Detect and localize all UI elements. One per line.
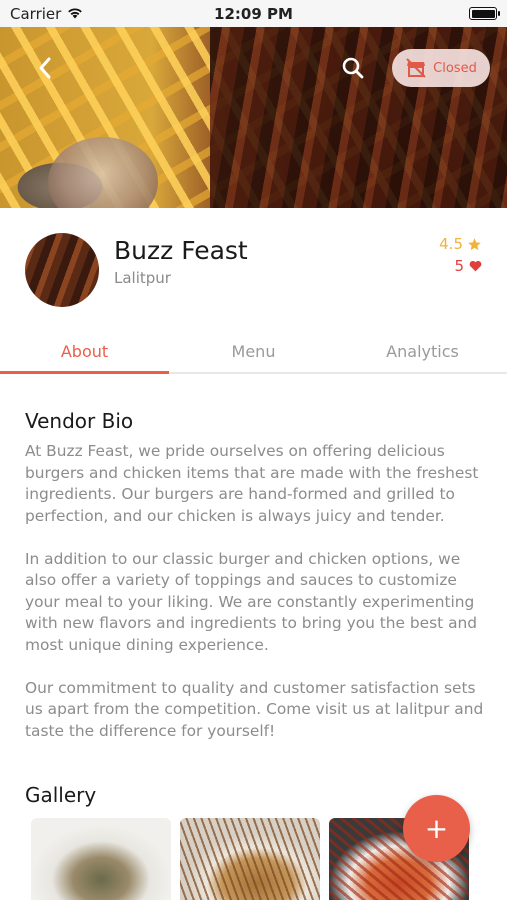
vendor-rating: 4.5 [439,235,482,253]
search-icon [342,57,364,79]
vendor-bio-title: Vendor Bio [25,409,134,433]
rating-value: 4.5 [439,235,463,253]
tab-bar: About Menu Analytics [0,332,507,374]
status-badge-label: Closed [433,60,477,76]
back-button[interactable] [30,53,60,83]
status-left: Carrier [10,5,83,23]
vendor-likes: 5 [454,257,482,275]
status-bar: Carrier 12:09 PM [0,0,507,27]
likes-value: 5 [454,257,464,275]
status-badge: Closed [392,49,490,87]
add-button[interactable]: + [403,795,470,862]
vendor-bio: At Buzz Feast, we pride ourselves on off… [25,441,485,764]
hero-banner: Closed [0,27,507,208]
carrier-label: Carrier [10,4,62,23]
search-button[interactable] [338,53,368,83]
bio-paragraph: At Buzz Feast, we pride ourselves on off… [25,442,479,525]
plus-icon: + [424,812,449,845]
tab-about[interactable]: About [0,332,169,374]
vendor-name: Buzz Feast [114,236,248,265]
chevron-left-icon [39,57,51,79]
star-icon [468,237,481,250]
gallery-image[interactable] [180,818,320,900]
tab-menu[interactable]: Menu [169,332,338,372]
battery-icon [469,7,500,20]
hero-sauce-bowl [48,137,158,208]
vendor-avatar [25,233,99,307]
tab-analytics[interactable]: Analytics [338,332,507,372]
store-closed-icon [406,58,426,78]
gallery-image[interactable] [31,818,171,900]
bio-paragraph: Our commitment to quality and customer s… [25,678,484,740]
vendor-header: Buzz Feast Lalitpur 4.5 5 [0,208,507,323]
wifi-icon [67,5,83,23]
gallery-title: Gallery [25,783,97,807]
vendor-location: Lalitpur [114,269,171,287]
bio-paragraph: In addition to our classic burger and ch… [25,549,478,654]
heart-icon [469,260,482,272]
